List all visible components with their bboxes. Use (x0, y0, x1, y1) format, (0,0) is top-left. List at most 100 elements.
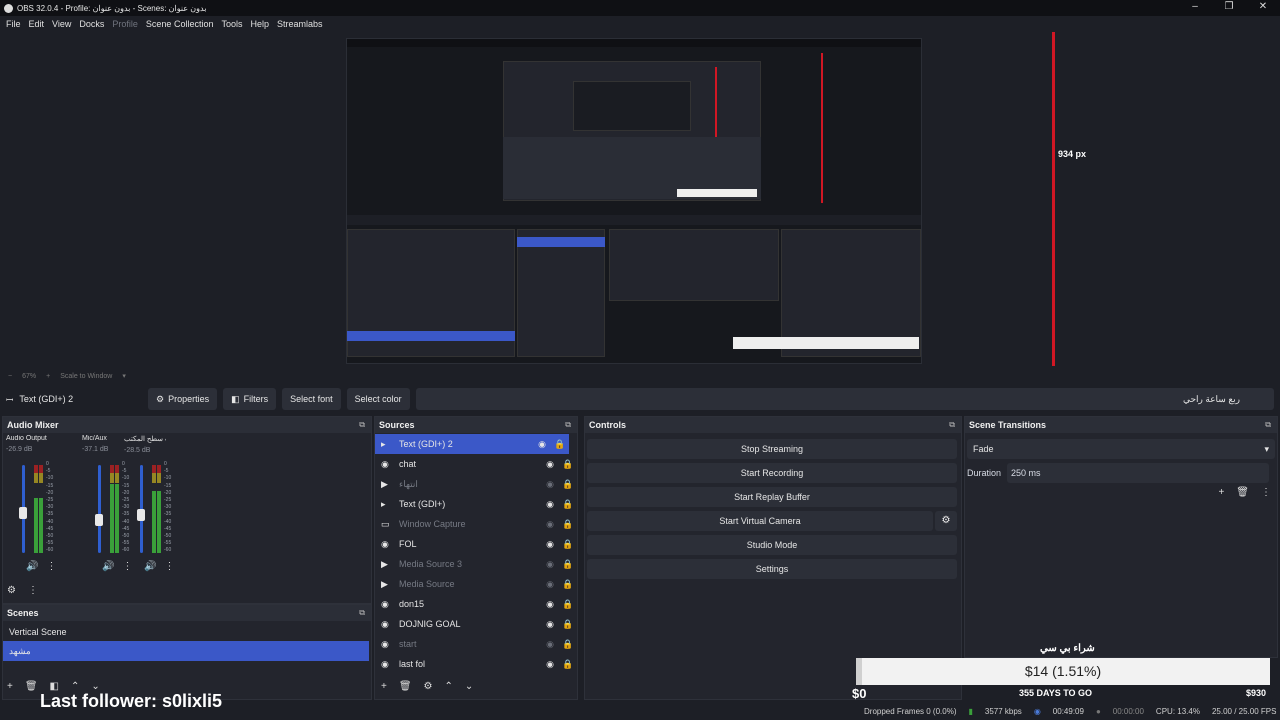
zoom-in-icon[interactable]: + (46, 373, 50, 380)
menu-tools[interactable]: Tools (221, 19, 242, 29)
unlock-icon[interactable]: 🔒 (559, 639, 577, 650)
stop-streaming-button[interactable]: Stop Streaming (587, 439, 957, 459)
source-item[interactable]: ◉ don15 ◉ 🔒 (375, 594, 577, 614)
scenes-header: Scenes ⧉ (3, 605, 371, 621)
select-font-button[interactable]: Select font (282, 388, 341, 410)
source-item[interactable]: ▶ Media Source 3 ◉ 🔒 (375, 554, 577, 574)
move-up-icon[interactable]: ⌃ (445, 681, 453, 692)
eye-hidden-icon[interactable]: ◉ (541, 479, 559, 490)
db-tick: -45 (164, 525, 172, 532)
start-replay-buffer-button[interactable]: Start Replay Buffer (587, 487, 957, 507)
lock-icon[interactable]: 🔒 (559, 659, 577, 670)
filters-button[interactable]: ◧ Filters (223, 388, 277, 410)
lock-icon[interactable]: 🔒 (559, 599, 577, 610)
menu-docks[interactable]: Docks (79, 19, 104, 29)
trash-icon[interactable]: 🗑 (399, 681, 412, 692)
trash-icon[interactable]: 🗑 (25, 681, 38, 692)
source-item[interactable]: ◉ start ◉ 🔒 (375, 634, 577, 654)
scene-item[interactable]: Vertical Scene (3, 623, 371, 641)
eye-icon[interactable]: ◉ (541, 659, 559, 670)
undock-icon[interactable]: ⧉ (359, 420, 365, 430)
more-icon[interactable]: ⋮ (46, 561, 56, 572)
undock-icon[interactable]: ⧉ (359, 608, 365, 618)
speaker-icon[interactable]: 🔊 (26, 561, 38, 572)
speaker-icon[interactable]: 🔊 (144, 561, 156, 572)
channel-name: صوت سطح المكتب (124, 436, 166, 443)
more-icon[interactable]: ⋮ (28, 585, 38, 596)
eye-hidden-icon[interactable]: ◉ (541, 639, 559, 650)
menu-profile[interactable]: Profile (112, 19, 138, 29)
scale-mode[interactable]: Scale to Window (60, 373, 112, 380)
source-item[interactable]: ◉ last fol ◉ 🔒 (375, 654, 577, 674)
source-item[interactable]: ◉ DOJNIG GOAL ◉ 🔒 (375, 614, 577, 634)
undock-icon[interactable]: ⧉ (1265, 420, 1271, 430)
lock-icon[interactable]: 🔒 (559, 619, 577, 630)
eye-icon[interactable]: ◉ (541, 459, 559, 470)
source-item[interactable]: ◉ chat ◉ 🔒 (375, 454, 577, 474)
add-icon[interactable]: + (381, 681, 387, 692)
eye-icon[interactable]: ◉ (533, 439, 551, 450)
source-item[interactable]: ▶ Media Source ◉ 🔒 (375, 574, 577, 594)
properties-button[interactable]: ⚙ Properties (148, 388, 218, 410)
lock-icon[interactable]: 🔒 (559, 579, 577, 590)
transition-select[interactable]: Fade ▾ (967, 439, 1275, 459)
trash-icon[interactable]: 🗑 (1236, 487, 1249, 498)
unlock-icon[interactable]: 🔒 (559, 479, 577, 490)
volume-knob[interactable] (19, 506, 27, 519)
duration-spinbox[interactable]: 250 ms (1007, 463, 1270, 483)
advanced-audio-icon[interactable]: ⚙ (7, 585, 16, 596)
lock-icon[interactable]: 🔒 (559, 539, 577, 550)
eye-hidden-icon[interactable]: ◉ (541, 519, 559, 530)
virtual-camera-settings-icon[interactable]: ⚙ (935, 511, 957, 531)
select-color-button[interactable]: Select color (346, 388, 410, 410)
move-down-icon[interactable]: ⌄ (465, 681, 473, 692)
unlock-icon[interactable]: 🔒 (551, 439, 569, 450)
gear-icon[interactable]: ⚙ (424, 681, 433, 692)
menu-view[interactable]: View (52, 19, 71, 29)
meter-red (34, 465, 38, 473)
eye-hidden-icon[interactable]: ◉ (541, 559, 559, 570)
menu-streamlabs[interactable]: Streamlabs (277, 19, 323, 29)
source-item[interactable]: ▸ Text (GDI+) ◉ 🔒 (375, 494, 577, 514)
close-button[interactable]: ✕ (1246, 0, 1280, 16)
eye-icon[interactable]: ◉ (541, 619, 559, 630)
source-item[interactable]: ▶ انتهاء ◉ 🔒 (375, 474, 577, 494)
more-icon[interactable]: ⋮ (164, 561, 174, 572)
start-recording-button[interactable]: Start Recording (587, 463, 957, 483)
transitions-footer: + 🗑 ⋮ (1218, 487, 1271, 498)
menu-edit[interactable]: Edit (29, 19, 45, 29)
menu-scene-collection[interactable]: Scene Collection (146, 19, 214, 29)
preview-canvas[interactable]: 934 px (0, 32, 1280, 368)
source-item[interactable]: ▸ Text (GDI+) 2 ◉ 🔒 (375, 434, 569, 454)
scene-item[interactable]: مشهد (3, 641, 369, 661)
volume-slider[interactable] (98, 465, 101, 553)
menu-file[interactable]: File (6, 19, 21, 29)
eye-icon[interactable]: ◉ (541, 599, 559, 610)
lock-icon[interactable]: 🔒 (559, 499, 577, 510)
source-item[interactable]: ▭ Window Capture ◉ 🔒 (375, 514, 577, 534)
lock-icon[interactable]: 🔒 (559, 559, 577, 570)
eye-hidden-icon[interactable]: ◉ (541, 579, 559, 590)
lock-icon[interactable]: 🔒 (559, 519, 577, 530)
menu-help[interactable]: Help (250, 19, 269, 29)
settings-button[interactable]: Settings (587, 559, 957, 579)
maximize-button[interactable]: ❐ (1212, 0, 1246, 16)
undock-icon[interactable]: ⧉ (565, 420, 571, 430)
volume-knob[interactable] (137, 509, 145, 522)
add-icon[interactable]: + (7, 681, 13, 692)
studio-mode-button[interactable]: Studio Mode (587, 535, 957, 555)
minimize-button[interactable]: – (1178, 0, 1212, 16)
text-input[interactable]: ربع ساعة راحي (415, 388, 1274, 410)
start-virtual-camera-button[interactable]: Start Virtual Camera (587, 511, 933, 531)
chevron-down-icon[interactable]: ▾ (122, 372, 126, 380)
speaker-icon[interactable]: 🔊 (102, 561, 114, 572)
add-icon[interactable]: + (1218, 487, 1224, 498)
volume-knob[interactable] (95, 514, 103, 527)
source-item[interactable]: ◉ FOL ◉ 🔒 (375, 534, 577, 554)
lock-icon[interactable]: 🔒 (559, 459, 577, 470)
more-icon[interactable]: ⋮ (1261, 487, 1271, 498)
zoom-out-icon[interactable]: − (8, 373, 12, 380)
undock-icon[interactable]: ⧉ (949, 420, 955, 430)
eye-icon[interactable]: ◉ (541, 499, 559, 510)
eye-icon[interactable]: ◉ (541, 539, 559, 550)
